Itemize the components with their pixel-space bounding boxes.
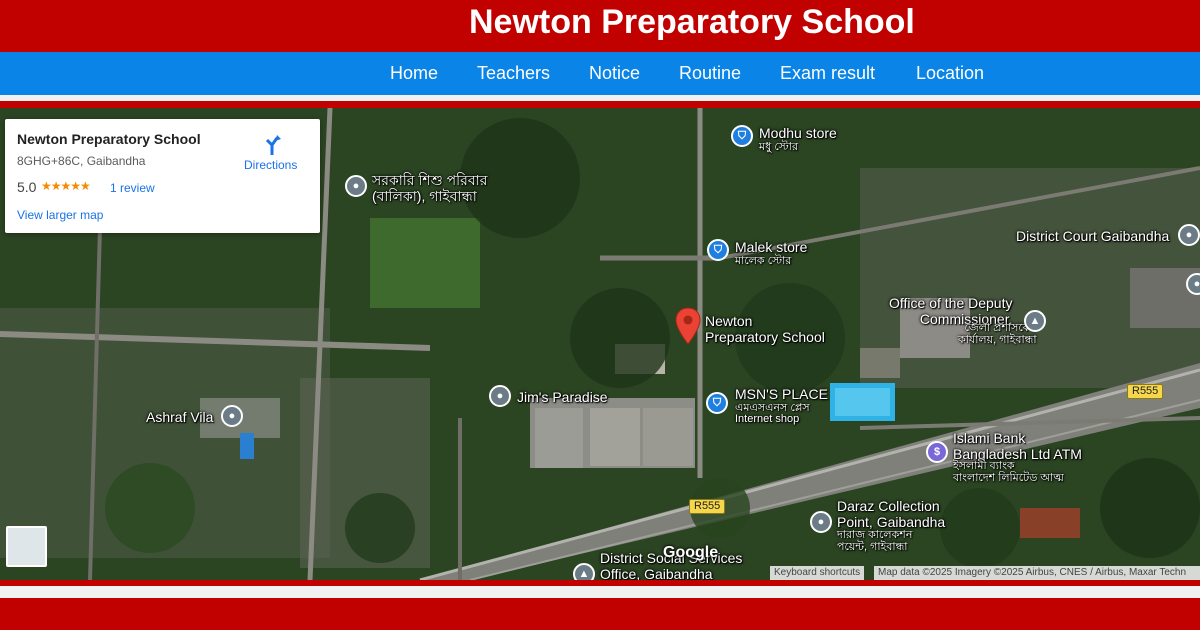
government-icon[interactable]: ▲ [1024,310,1046,332]
directions-link[interactable]: Directions [244,158,297,172]
map-layer-toggle[interactable] [6,526,47,567]
nav-notice[interactable]: Notice [589,63,640,84]
government-icon[interactable]: ▲ [573,563,595,580]
site-title: Newton Preparatory School [469,3,915,41]
main-nav: Home Teachers Notice Routine Exam result… [0,52,1200,95]
nav-teachers[interactable]: Teachers [477,63,550,84]
place-ashraf-vila[interactable]: Ashraf Vila [146,409,213,425]
site-footer [0,598,1200,630]
road-shield-r555: R555 [1127,384,1164,399]
place-islami-bank-atm[interactable]: Islami Bank Bangladesh Ltd ATM [953,430,1082,462]
atm-icon[interactable]: $ [926,441,948,463]
place-rating: 5.0 [17,179,37,195]
satellite-map[interactable]: Newton Preparatory School 8GHG+86C, Gaib… [0,108,1200,580]
nav-routine[interactable]: Routine [679,63,741,84]
place-name: Newton Preparatory School [17,131,201,147]
directions-icon[interactable] [260,133,284,157]
nav-home[interactable]: Home [390,63,438,84]
place-sarkari-shishu[interactable]: সরকারি শিশু পরিবার (বালিকা), গাইবান্ধা [372,172,487,204]
reviews-link[interactable]: 1 review [110,181,155,195]
view-larger-map-link[interactable]: View larger map [17,208,103,222]
place-district-court[interactable]: District Court Gaibandha [1016,228,1169,244]
road-shield-r555: R555 [689,499,726,514]
place-daraz-collection-bn: দারাজ কালেকশন পয়েন্ট, গাইবান্ধা [837,529,913,553]
place-malek-store[interactable]: Malek store [735,239,807,255]
place-msns-place[interactable]: MSN'S PLACE [735,386,828,402]
map-top-border [0,101,1200,108]
site-header: Newton Preparatory School [0,0,1200,52]
place-msns-place-type: Internet shop [735,413,800,425]
place-icon[interactable]: ● [345,175,367,197]
place-icon[interactable]: ● [489,385,511,407]
shopping-icon[interactable]: ⛉ [706,392,728,414]
red-marker-icon[interactable] [675,307,701,345]
shopping-icon[interactable]: ⛉ [731,125,753,147]
divider [0,586,1200,598]
place-address: 8GHG+86C, Gaibandha [17,154,146,168]
place-icon[interactable]: ● [221,405,243,427]
shopping-icon[interactable]: ⛉ [707,239,729,261]
place-daraz-collection[interactable]: Daraz Collection Point, Gaibandha [837,498,945,530]
place-icon[interactable]: ● [810,511,832,533]
place-newton-school[interactable]: Newton Preparatory School [705,313,825,345]
place-info-card: Newton Preparatory School 8GHG+86C, Gaib… [5,119,320,233]
place-islami-bank-atm-bn: ইসলামী ব্যাংক বাংলাদেশ লিমিটেড আত্ম [953,460,1064,484]
place-jims-paradise[interactable]: Jim's Paradise [517,389,608,405]
google-logo: Google [663,544,719,561]
star-rating-icon: ★★★★★ [41,179,91,193]
place-icon[interactable]: ● [1178,224,1200,246]
map-data-attribution: Map data ©2025 Imagery ©2025 Airbus, CNE… [874,566,1200,580]
place-modhu-store[interactable]: Modhu store [759,125,837,141]
nav-location[interactable]: Location [916,63,984,84]
place-modhu-store-bn: মধু স্টোর [759,141,799,153]
keyboard-shortcuts-link[interactable]: Keyboard shortcuts [770,566,865,580]
place-malek-store-bn: মালেক স্টোর [735,255,792,267]
nav-exam-result[interactable]: Exam result [780,63,875,84]
